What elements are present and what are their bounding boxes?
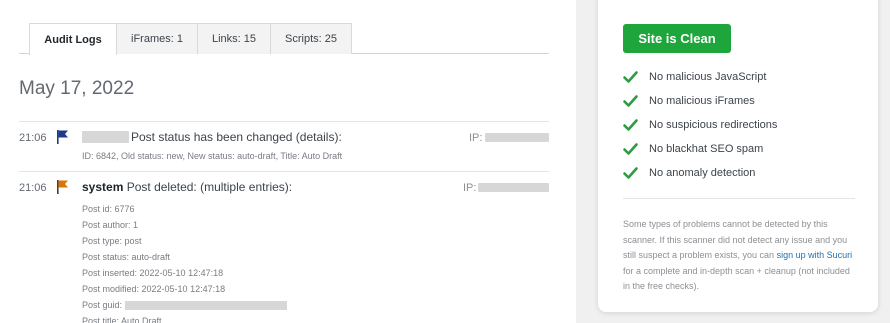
flag-icon — [57, 180, 68, 194]
entry-user: system — [82, 180, 124, 194]
note-text-end: for a complete and in-depth scan + clean… — [623, 265, 850, 292]
detail-row: Post status: auto-draft — [82, 252, 171, 262]
check-list: No malicious JavaScript No malicious iFr… — [623, 65, 777, 185]
detail-row: Post id: 6776 — [82, 204, 135, 214]
divider — [623, 198, 855, 199]
checkmark-icon — [623, 167, 638, 179]
detail-row: Post type: post — [82, 236, 142, 246]
ip-label: IP: — [463, 182, 477, 194]
detail-row: Post modified: 2022-05-10 12:47:18 — [82, 284, 226, 294]
redacted-ip — [485, 133, 549, 142]
entry-title: Post status has been changed (details): — [131, 130, 342, 144]
entry-time: 21:06 — [19, 132, 47, 144]
divider — [19, 121, 549, 122]
check-item: No malicious JavaScript — [623, 65, 777, 89]
divider — [19, 171, 549, 172]
redacted-username — [82, 131, 129, 143]
scanner-note: Some types of problems cannot be detecte… — [623, 217, 859, 295]
detail-label: Post guid: — [82, 300, 123, 310]
entry-time: 21:06 — [19, 182, 47, 194]
tab-scripts[interactable]: Scripts: 25 — [270, 23, 352, 54]
check-item: No anomaly detection — [623, 161, 777, 185]
tab-bar: Audit Logs iFrames: 1 Links: 15 Scripts:… — [19, 23, 549, 55]
check-item: No malicious iFrames — [623, 89, 777, 113]
entry-title: system Post deleted: (multiple entries): — [82, 180, 292, 194]
tab-links[interactable]: Links: 15 — [197, 23, 271, 54]
scan-summary-panel: Site is Clean No malicious JavaScript No… — [598, 0, 878, 312]
checkmark-icon — [623, 143, 638, 155]
redacted-ip — [478, 183, 549, 192]
check-item: No blackhat SEO spam — [623, 137, 777, 161]
tab-audit-logs[interactable]: Audit Logs — [29, 23, 117, 55]
entry-details: Post id: 6776 Post author: 1 Post type: … — [82, 203, 288, 323]
check-label: No anomaly detection — [649, 167, 756, 179]
sucuri-signup-link[interactable]: sign up with Sucuri — [777, 250, 853, 260]
tab-iframes[interactable]: iFrames: 1 — [116, 23, 198, 54]
log-date-heading: May 17, 2022 — [19, 78, 135, 99]
check-label: No malicious iFrames — [649, 95, 755, 107]
detail-row: Post guid: — [82, 299, 288, 315]
entry-action: Post deleted: (multiple entries): — [126, 180, 293, 194]
check-label: No malicious JavaScript — [649, 71, 767, 83]
main-panel: Audit Logs iFrames: 1 Links: 15 Scripts:… — [0, 0, 576, 323]
entry-meta: ID: 6842, Old status: new, New status: a… — [82, 151, 343, 161]
checkmark-icon — [623, 95, 638, 107]
checkmark-icon — [623, 71, 638, 83]
checkmark-icon — [623, 119, 638, 131]
check-item: No suspicious redirections — [623, 113, 777, 137]
site-clean-badge: Site is Clean — [623, 24, 731, 53]
detail-row: Post title: Auto Draft — [82, 316, 162, 323]
check-label: No suspicious redirections — [649, 119, 778, 131]
redacted-guid — [125, 301, 288, 311]
check-label: No blackhat SEO spam — [649, 143, 764, 155]
flag-icon — [57, 130, 68, 144]
detail-row: Post inserted: 2022-05-10 12:47:18 — [82, 268, 224, 278]
detail-row: Post author: 1 — [82, 220, 139, 230]
